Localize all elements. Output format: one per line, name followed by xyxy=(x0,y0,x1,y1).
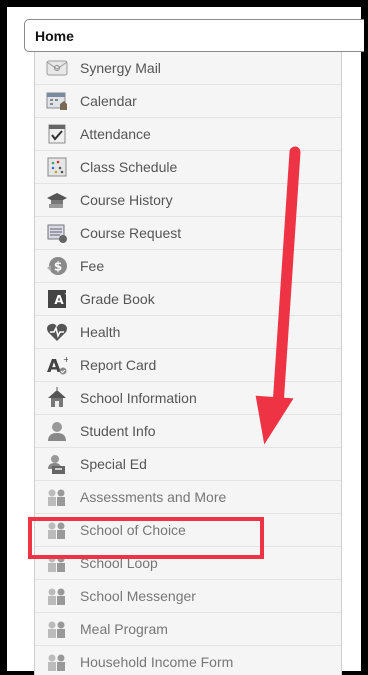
menu-item-class-schedule[interactable]: Class Schedule xyxy=(35,151,341,184)
report-card-icon: A+ xyxy=(46,354,68,376)
school-icon xyxy=(46,387,68,409)
menu-item-label: Health xyxy=(80,324,121,340)
menu-item-assessments-and-more[interactable]: Assessments and More xyxy=(35,481,341,514)
svg-text:A: A xyxy=(54,293,64,307)
course-history-icon xyxy=(46,189,68,211)
special-ed-icon xyxy=(46,453,68,475)
menu-item-label: Course Request xyxy=(80,225,182,241)
home-tab[interactable]: Home xyxy=(24,19,364,52)
menu-item-synergy-mail[interactable]: Synergy Mail xyxy=(35,52,341,85)
menu-item-course-request[interactable]: Course Request xyxy=(35,217,341,250)
people-icon xyxy=(46,585,68,607)
menu-item-student-info[interactable]: Student Info xyxy=(35,415,341,448)
menu-item-label: School of Choice xyxy=(80,522,186,538)
menu-item-school-of-choice[interactable]: School of Choice xyxy=(35,514,341,547)
menu-item-label: Student Info xyxy=(80,423,156,439)
menu-item-label: School Information xyxy=(80,390,197,406)
menu-item-special-ed[interactable]: Special Ed xyxy=(35,448,341,481)
menu-item-fee[interactable]: $ Fee xyxy=(35,250,341,283)
menu-item-label: Calendar xyxy=(80,93,137,109)
menu-item-attendance[interactable]: Attendance xyxy=(35,118,341,151)
side-menu: Synergy Mail Calendar Attendance Class S… xyxy=(34,52,342,675)
people-icon xyxy=(46,552,68,574)
svg-text:+: + xyxy=(64,290,68,298)
menu-item-school-loop[interactable]: School Loop xyxy=(35,547,341,580)
menu-item-label: Synergy Mail xyxy=(80,60,161,76)
menu-item-label: School Messenger xyxy=(80,588,196,604)
class-schedule-icon xyxy=(46,156,68,178)
menu-item-grade-book[interactable]: A+ Grade Book xyxy=(35,283,341,316)
menu-item-label: Course History xyxy=(80,192,173,208)
people-icon xyxy=(46,486,68,508)
calendar-icon xyxy=(46,90,68,112)
menu-item-label: Class Schedule xyxy=(80,159,178,175)
health-icon xyxy=(46,321,68,343)
menu-item-label: Grade Book xyxy=(80,291,155,307)
menu-item-course-history[interactable]: Course History xyxy=(35,184,341,217)
menu-item-label: Report Card xyxy=(80,357,157,373)
course-request-icon xyxy=(46,222,68,244)
menu-item-report-card[interactable]: A+ Report Card xyxy=(35,349,341,382)
fee-icon: $ xyxy=(46,255,68,277)
menu-item-household-income-form[interactable]: Household Income Form xyxy=(35,646,341,675)
menu-item-label: Assessments and More xyxy=(80,489,227,505)
menu-item-school-information[interactable]: School Information xyxy=(35,382,341,415)
menu-item-label: Fee xyxy=(80,258,105,274)
menu-item-calendar[interactable]: Calendar xyxy=(35,85,341,118)
menu-item-label: Household Income Form xyxy=(80,654,234,670)
svg-text:$: $ xyxy=(54,260,62,274)
menu-item-school-messenger[interactable]: School Messenger xyxy=(35,580,341,613)
menu-item-label: School Loop xyxy=(80,555,158,571)
grade-book-icon: A+ xyxy=(46,288,68,310)
menu-item-meal-program[interactable]: Meal Program xyxy=(35,613,341,646)
menu-item-label: Attendance xyxy=(80,126,151,142)
student-icon xyxy=(46,420,68,442)
menu-item-label: Special Ed xyxy=(80,456,147,472)
svg-text:+: + xyxy=(63,355,68,364)
people-icon xyxy=(46,618,68,640)
menu-item-health[interactable]: Health xyxy=(35,316,341,349)
attendance-icon xyxy=(46,123,68,145)
mail-icon xyxy=(46,57,68,79)
menu-item-label: Meal Program xyxy=(80,621,168,637)
people-icon xyxy=(46,519,68,541)
svg-text:A: A xyxy=(47,356,61,376)
people-icon xyxy=(46,651,68,673)
